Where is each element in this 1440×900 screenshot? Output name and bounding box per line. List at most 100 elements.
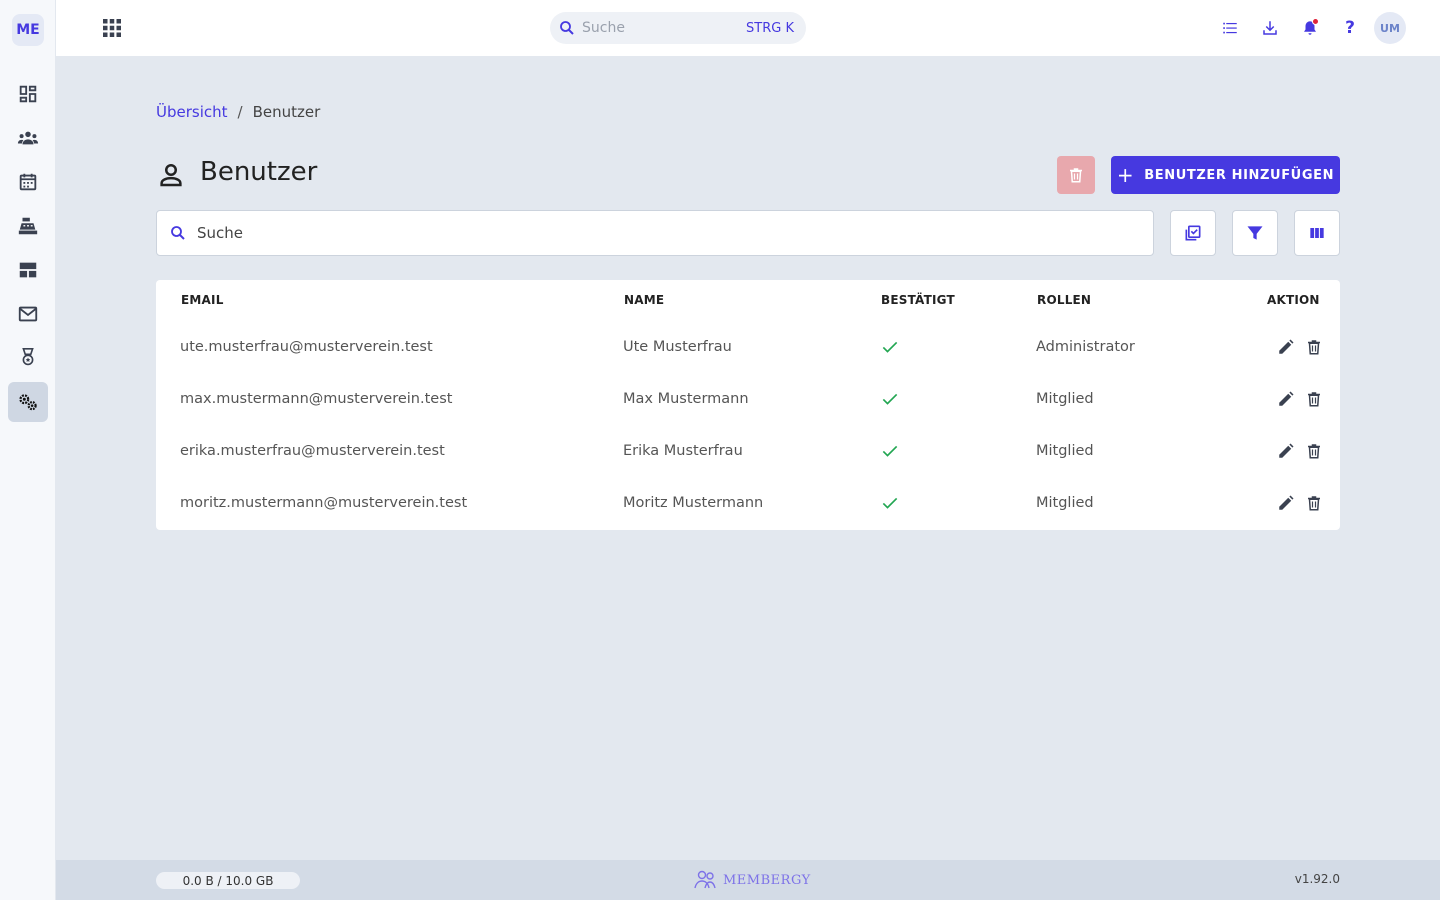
filter-icon — [1247, 226, 1263, 240]
tasks-button[interactable] — [1214, 12, 1246, 44]
sidebar-nav — [8, 74, 48, 426]
dashboard-icon — [19, 85, 37, 103]
row-actions — [1276, 425, 1332, 477]
app-logo[interactable]: ME — [12, 14, 44, 46]
search-icon — [560, 21, 574, 35]
user-avatar[interactable]: UM — [1374, 12, 1406, 44]
app-version: v1.92.0 — [1294, 872, 1340, 886]
trash-icon — [1070, 168, 1082, 183]
pencil-icon — [1279, 339, 1294, 354]
global-search-input[interactable] — [582, 20, 732, 36]
layout-icon — [19, 262, 37, 278]
user-email: moritz.mustermann@musterverein.test — [180, 495, 468, 511]
trash-icon — [1308, 340, 1320, 355]
sidebar: ME — [0, 0, 56, 900]
user-email: ute.musterfrau@musterverein.test — [180, 339, 433, 355]
sidebar-item-cash-register[interactable] — [8, 206, 48, 246]
search-icon — [171, 226, 185, 240]
breadcrumb: Übersicht / Benutzer — [156, 103, 320, 121]
sidebar-item-calendar[interactable] — [8, 162, 48, 202]
page-title: Benutzer — [200, 157, 318, 187]
sidebar-item-layout[interactable] — [8, 250, 48, 290]
select-button[interactable] — [1170, 210, 1216, 256]
table-row[interactable]: max.mustermann@musterverein.test Max Mus… — [156, 373, 1340, 425]
confirmed-check-icon — [880, 321, 900, 373]
membergy-logo-icon — [694, 870, 716, 889]
delete-button[interactable] — [1304, 493, 1324, 513]
add-user-button[interactable]: + BENUTZER HINZUFÜGEN — [1111, 156, 1340, 194]
user-search-input[interactable] — [197, 224, 1097, 242]
gears-icon — [19, 394, 37, 411]
column-header-action: AKTION — [1267, 293, 1320, 307]
user-email: max.mustermann@musterverein.test — [180, 391, 453, 407]
column-header-email[interactable]: EMAIL — [181, 293, 224, 307]
people-icon — [17, 131, 39, 145]
search-shortcut-hint: STRG K — [746, 20, 794, 36]
sidebar-item-settings[interactable] — [8, 382, 48, 422]
help-button[interactable]: ? — [1334, 12, 1366, 44]
user-name: Max Mustermann — [623, 391, 749, 407]
downloads-button[interactable] — [1254, 12, 1286, 44]
user-role: Administrator — [1036, 339, 1135, 355]
checklist-icon — [1185, 225, 1201, 241]
table-row[interactable]: erika.musterfrau@musterverein.test Erika… — [156, 425, 1340, 477]
columns-button[interactable] — [1294, 210, 1340, 256]
notification-dot — [1312, 18, 1319, 25]
top-bar: STRG K ? UM — [56, 0, 1440, 56]
user-role: Mitglied — [1036, 495, 1094, 511]
sidebar-item-dashboard[interactable] — [8, 74, 48, 114]
breadcrumb-separator: / — [237, 103, 243, 121]
user-search[interactable] — [156, 210, 1154, 256]
column-header-name[interactable]: NAME — [624, 293, 664, 307]
plus-icon: + — [1116, 163, 1135, 187]
delete-button[interactable] — [1304, 389, 1324, 409]
user-name: Erika Musterfrau — [623, 443, 743, 459]
apps-grid-icon[interactable] — [100, 16, 124, 40]
mail-icon — [18, 306, 38, 322]
delete-button[interactable] — [1304, 337, 1324, 357]
pencil-icon — [1279, 443, 1294, 458]
person-icon — [160, 163, 182, 187]
column-header-confirmed[interactable]: BESTÄTIGT — [881, 293, 955, 307]
user-name: Ute Musterfrau — [623, 339, 732, 355]
delete-button[interactable] — [1304, 441, 1324, 461]
user-name: Moritz Mustermann — [623, 495, 764, 511]
column-header-roles[interactable]: ROLLEN — [1037, 293, 1091, 307]
user-role: Mitglied — [1036, 391, 1094, 407]
confirmed-check-icon — [880, 425, 900, 477]
row-actions — [1276, 321, 1332, 373]
trash-icon — [1308, 392, 1320, 407]
filter-button[interactable] — [1232, 210, 1278, 256]
edit-button[interactable] — [1276, 389, 1296, 409]
breadcrumb-overview-link[interactable]: Übersicht — [156, 103, 228, 121]
top-actions: ? UM — [1206, 12, 1406, 44]
row-actions — [1276, 477, 1332, 529]
brand-logo: MEMBERGY — [693, 869, 811, 891]
cash-register-icon — [18, 217, 38, 235]
storage-usage: 0.0 B / 10.0 GB — [156, 872, 300, 889]
confirmed-check-icon — [880, 477, 900, 529]
notifications-button[interactable] — [1294, 12, 1326, 44]
edit-button[interactable] — [1276, 493, 1296, 513]
list-icon — [1223, 22, 1237, 34]
trash-icon — [1308, 444, 1320, 459]
delete-selected-button[interactable] — [1057, 156, 1095, 194]
users-table: EMAIL NAME BESTÄTIGT ROLLEN AKTION ute.m… — [156, 280, 1340, 530]
calendar-icon — [19, 173, 37, 191]
edit-button[interactable] — [1276, 337, 1296, 357]
breadcrumb-current: Benutzer — [252, 103, 321, 121]
global-search[interactable]: STRG K — [550, 12, 806, 44]
confirmed-check-icon — [880, 373, 900, 425]
add-user-label: BENUTZER HINZUFÜGEN — [1144, 167, 1335, 183]
pencil-icon — [1279, 495, 1294, 510]
download-icon — [1263, 21, 1277, 35]
sidebar-item-awards[interactable] — [8, 338, 48, 378]
table-row[interactable]: ute.musterfrau@musterverein.test Ute Mus… — [156, 321, 1340, 373]
user-email: erika.musterfrau@musterverein.test — [180, 443, 445, 459]
sidebar-item-members[interactable] — [8, 118, 48, 158]
table-row[interactable]: moritz.mustermann@musterverein.test Mori… — [156, 477, 1340, 529]
edit-button[interactable] — [1276, 441, 1296, 461]
sidebar-item-mail[interactable] — [8, 294, 48, 334]
footer: 0.0 B / 10.0 GB MEMBERGY v1.92.0 — [56, 860, 1440, 900]
user-role: Mitglied — [1036, 443, 1094, 459]
